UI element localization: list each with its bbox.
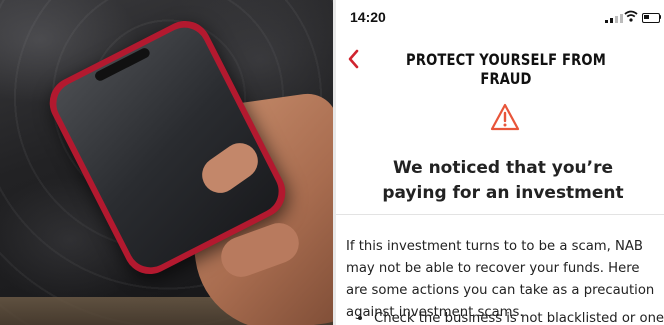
fraud-warning-screen: 14:20 PROTECT YOURSELF FROM FRAUD We not…: [336, 0, 664, 325]
bullet-text: Check the business is not blacklisted or…: [374, 311, 664, 325]
status-time: 14:20: [350, 9, 386, 25]
cellular-signal-icon: [605, 13, 623, 23]
battery-cap: [659, 15, 661, 19]
status-bar: 14:20: [336, 0, 664, 34]
bullet-dot: [358, 316, 362, 320]
hand-holding-phone-photo: [0, 0, 336, 325]
battery-icon: [642, 13, 660, 23]
notice-heading: We noticed that you’re paying for an inv…: [382, 158, 624, 203]
section-divider: [336, 214, 664, 215]
page-title: PROTECT YOURSELF FROM FRAUD: [406, 50, 606, 88]
warning-triangle-icon: [490, 103, 520, 131]
bullet-list-item: Check the business is not blacklisted or…: [358, 311, 664, 325]
back-chevron-icon[interactable]: [346, 48, 362, 70]
wifi-icon: [624, 10, 638, 22]
